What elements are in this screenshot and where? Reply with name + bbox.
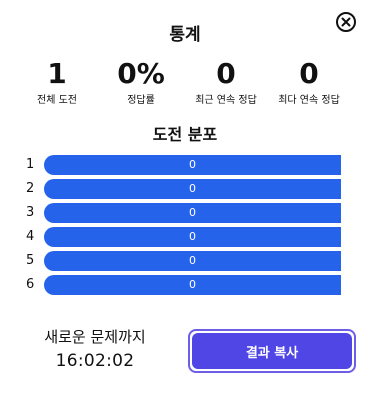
- copy-result-label: 결과 복사: [192, 333, 352, 369]
- guess-number: 4: [26, 229, 35, 244]
- countdown-timer: 16:02:02: [55, 351, 135, 371]
- distribution-row: 5 0: [26, 251, 342, 271]
- distribution-bar: 0: [44, 155, 341, 175]
- distribution-bar: 0: [44, 203, 341, 223]
- guess-number: 2: [26, 181, 35, 196]
- close-icon: [341, 17, 351, 27]
- guess-number: 3: [26, 205, 35, 220]
- guess-number: 5: [26, 253, 35, 268]
- stat-max-streak: 0 최다 연속 정답: [254, 56, 364, 108]
- stat-value: 0: [299, 57, 319, 90]
- stat-label: 최다 연속 정답: [278, 95, 340, 106]
- distribution-bar: 0: [44, 227, 341, 247]
- distribution-bar: 0: [44, 251, 341, 271]
- distribution-title: 도전 분포: [152, 125, 218, 144]
- guess-number: 1: [26, 157, 35, 172]
- stats-summary: 1 전체 도전 0% 정답률 0 최근 연속 정답 0 최다 연속 정답: [0, 56, 370, 116]
- distribution-row: 3 0: [26, 203, 342, 223]
- close-button[interactable]: [336, 12, 356, 32]
- next-puzzle-label: 새로운 문제까지: [44, 328, 146, 346]
- modal-title: 통계: [169, 25, 201, 45]
- distribution-row: 6 0: [26, 275, 342, 295]
- distribution-row: 1 0: [26, 155, 342, 175]
- distribution-row: 4 0: [26, 227, 342, 247]
- distribution-bar: 0: [44, 275, 341, 295]
- guess-number: 6: [26, 277, 35, 292]
- distribution-bar: 0: [44, 179, 341, 199]
- distribution-row: 2 0: [26, 179, 342, 199]
- copy-result-button[interactable]: 결과 복사: [188, 329, 356, 373]
